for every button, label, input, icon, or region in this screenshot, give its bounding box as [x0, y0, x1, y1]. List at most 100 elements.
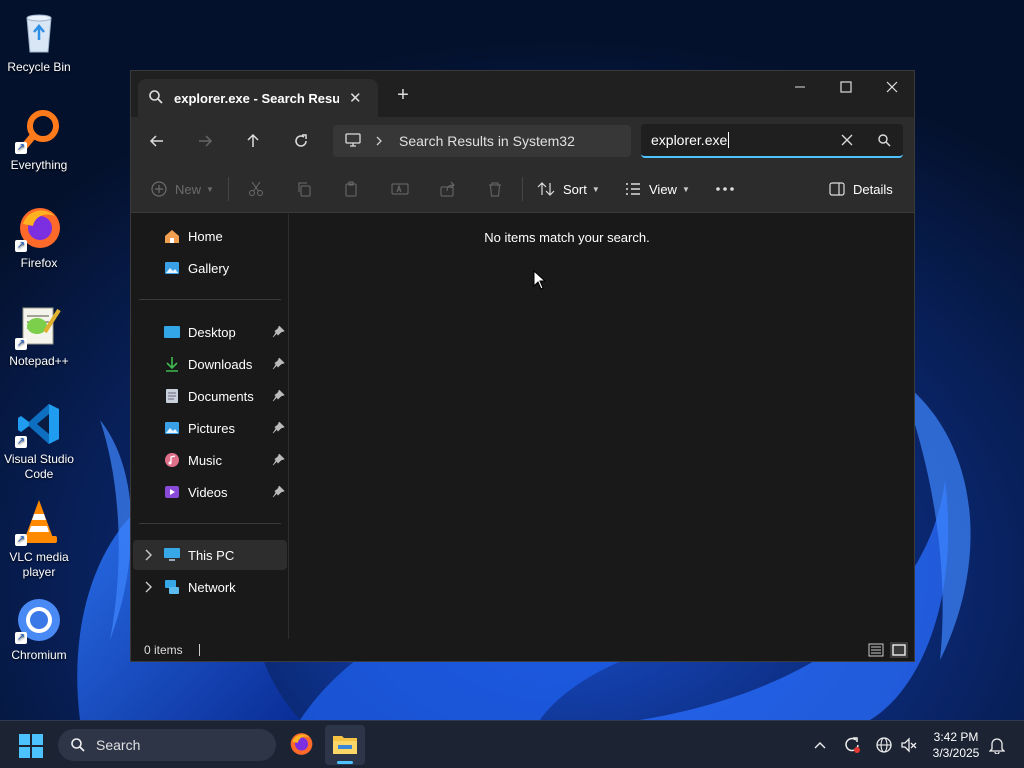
network-icon [163, 578, 181, 596]
share-button[interactable] [440, 177, 456, 201]
copy-button[interactable] [296, 177, 312, 201]
desktop-icon-notepadpp[interactable]: ↗ Notepad++ [0, 302, 78, 369]
bell-icon [989, 738, 1005, 754]
desktop-icon-recycle-bin[interactable]: Recycle Bin [0, 8, 78, 75]
clear-search-icon[interactable] [841, 133, 853, 149]
volume-button[interactable] [897, 733, 921, 757]
cut-button[interactable] [248, 177, 264, 201]
vlc-cone-icon: ↗ [15, 498, 63, 546]
text-caret [728, 132, 730, 148]
desktop-icon-firefox[interactable]: ↗ Firefox [0, 204, 78, 271]
sidebar-item-pictures[interactable]: Pictures [133, 413, 287, 443]
shortcut-arrow-icon: ↗ [15, 632, 27, 644]
new-tab-button[interactable]: + [393, 84, 413, 107]
pictures-icon [163, 419, 181, 437]
sidebar-item-label: Downloads [188, 356, 253, 372]
show-hidden-icons-button[interactable] [808, 733, 832, 757]
taskbar-firefox[interactable] [288, 731, 314, 757]
taskbar-file-explorer[interactable] [325, 725, 365, 765]
new-button[interactable]: New ▼ [151, 177, 214, 201]
details-pane-button[interactable]: Details [829, 177, 893, 201]
view-list-icon [626, 183, 640, 195]
chevron-right-icon[interactable] [143, 580, 155, 594]
delete-button[interactable] [487, 177, 503, 201]
sidebar-item-label: Documents [188, 388, 254, 404]
sidebar-item-documents[interactable]: Documents [133, 381, 287, 411]
large-icons-view-toggle[interactable] [890, 642, 908, 658]
sync-status-button[interactable] [840, 733, 864, 757]
document-icon [163, 387, 181, 405]
desktop-icon-chromium[interactable]: ↗ Chromium [0, 596, 78, 663]
close-button[interactable] [869, 71, 915, 103]
sort-button-label: Sort [563, 181, 587, 197]
chevron-down-icon: ▼ [681, 184, 690, 194]
sidebar-item-network[interactable]: Network [133, 572, 287, 602]
desktop-folder-icon [163, 323, 181, 341]
details-pane-icon [829, 182, 845, 196]
file-explorer-window[interactable]: explorer.exe - Search Results in System3… [130, 70, 915, 662]
chevron-right-icon[interactable] [143, 548, 155, 562]
desktop-icon-vlc[interactable]: ↗ VLC media player [0, 498, 78, 580]
more-options-button[interactable] [715, 177, 735, 201]
taskbar-search-box[interactable]: Search [58, 729, 276, 761]
download-icon [163, 355, 181, 373]
search-input[interactable]: explorer.exe [641, 124, 903, 158]
windows-logo-icon [19, 734, 43, 758]
nav-divider [139, 523, 281, 524]
taskbar-clock[interactable]: 3:42 PM 3/3/2025 [922, 729, 990, 761]
toolbar-divider [522, 177, 523, 201]
title-bar[interactable]: explorer.exe - Search Results in System3… [131, 71, 914, 117]
sidebar-item-gallery[interactable]: Gallery [133, 253, 287, 283]
file-list-area[interactable]: No items match your search. [290, 214, 914, 639]
tab-close-icon[interactable]: ✕ [349, 89, 362, 107]
desktop-icon-everything[interactable]: ↗ Everything [0, 106, 78, 173]
firefox-icon: ↗ [15, 204, 63, 252]
pin-icon [272, 325, 285, 338]
rename-button[interactable] [391, 177, 409, 201]
taskbar: Search 3:42 PM 3/3/2025 [0, 720, 1024, 768]
sidebar-item-videos[interactable]: Videos [133, 477, 287, 507]
desktop-icon-label: Notepad++ [9, 354, 69, 368]
tab-search-results[interactable]: explorer.exe - Search Results in System3… [138, 79, 378, 117]
pin-icon [272, 389, 285, 402]
toolbar-divider [228, 177, 229, 201]
clock-time: 3:42 PM [933, 730, 979, 744]
shortcut-arrow-icon: ↗ [15, 240, 27, 252]
search-icon[interactable] [877, 133, 891, 150]
sidebar-item-label: Gallery [188, 260, 230, 276]
chevron-up-icon [814, 742, 826, 749]
address-bar[interactable]: Search Results in System32 [333, 125, 631, 157]
desktop-icon-vscode[interactable]: ↗ Visual Studio Code [0, 400, 78, 482]
sync-icon [845, 737, 860, 753]
taskbar-search-placeholder: Search [96, 737, 141, 753]
paste-button[interactable] [343, 177, 359, 201]
item-count: 0 items [144, 643, 183, 657]
firefox-icon [290, 733, 313, 755]
network-status-button[interactable] [872, 733, 896, 757]
sidebar-item-label: Music [188, 452, 222, 468]
pin-icon [272, 421, 285, 434]
sidebar-item-downloads[interactable]: Downloads [133, 349, 287, 379]
sidebar-item-this-pc[interactable]: This PC [133, 540, 287, 570]
shortcut-arrow-icon: ↗ [15, 338, 27, 350]
view-button[interactable]: View ▼ [625, 177, 690, 201]
nav-divider [139, 299, 281, 300]
notifications-button[interactable] [985, 733, 1009, 757]
maximize-button[interactable] [823, 71, 869, 103]
desktop-icon-label: Chromium [11, 648, 67, 662]
ellipsis-icon [716, 187, 734, 191]
chevron-down-icon: ▼ [206, 184, 214, 194]
sidebar-item-music[interactable]: Music [133, 445, 287, 475]
details-view-toggle[interactable] [868, 643, 884, 660]
shortcut-arrow-icon: ↗ [15, 534, 27, 546]
details-view-icon [868, 643, 884, 657]
breadcrumb-location[interactable]: Search Results in System32 [399, 133, 575, 149]
sidebar-item-desktop[interactable]: Desktop [133, 317, 287, 347]
sidebar-item-label: Videos [188, 484, 228, 500]
details-button-label: Details [853, 181, 893, 197]
active-app-indicator [337, 761, 353, 764]
start-button[interactable] [18, 733, 44, 759]
status-divider [198, 644, 200, 656]
sort-button[interactable]: Sort ▼ [537, 177, 600, 201]
minimize-button[interactable] [777, 71, 823, 103]
